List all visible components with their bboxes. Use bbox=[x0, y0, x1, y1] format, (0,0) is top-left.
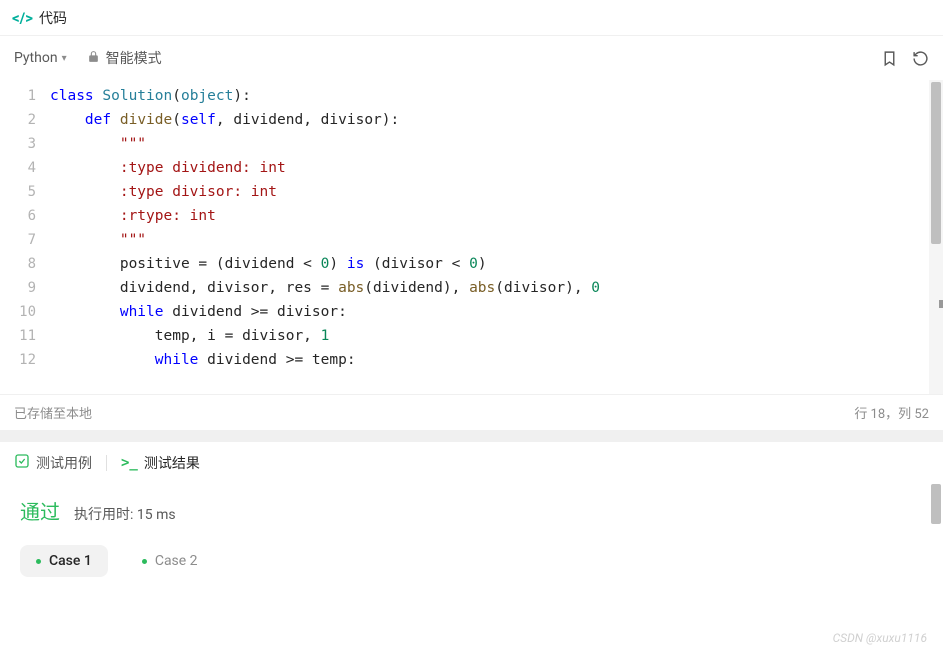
panel-divider[interactable] bbox=[0, 430, 943, 442]
pass-label: 通过 bbox=[20, 496, 60, 525]
toolbar-right bbox=[881, 50, 929, 67]
language-selector[interactable]: Python ▾ bbox=[14, 50, 67, 66]
editor-scrollbar[interactable] bbox=[929, 80, 943, 394]
lock-icon bbox=[87, 50, 100, 67]
line-number: 1 bbox=[0, 84, 36, 108]
status-dot-icon bbox=[36, 559, 41, 564]
scrollbar-thumb[interactable] bbox=[931, 82, 941, 244]
line-number: 4 bbox=[0, 156, 36, 180]
code-content[interactable]: class Solution(object): def divide(self,… bbox=[50, 80, 943, 394]
case-2-button[interactable]: Case 2 bbox=[126, 545, 214, 577]
case-label: Case 1 bbox=[49, 553, 92, 569]
saved-status: 已存储至本地 bbox=[14, 403, 92, 422]
language-label: Python bbox=[14, 50, 58, 66]
editor-status-bar: 已存储至本地 行 18，列 52 bbox=[0, 394, 943, 430]
watermark: CSDN @xuxu1116 bbox=[833, 631, 927, 645]
case-label: Case 2 bbox=[155, 553, 198, 569]
mode-label: 智能模式 bbox=[106, 48, 162, 68]
panel-title: 代码 bbox=[39, 8, 67, 28]
line-number: 7 bbox=[0, 228, 36, 252]
toolbar-left: Python ▾ 智能模式 bbox=[14, 48, 162, 68]
bookmark-button[interactable] bbox=[881, 50, 898, 67]
code-panel-header: </> 代码 bbox=[0, 0, 943, 36]
test-cases: Case 1 Case 2 bbox=[20, 545, 923, 577]
line-number: 11 bbox=[0, 324, 36, 348]
line-number: 9 bbox=[0, 276, 36, 300]
tab-label: 测试结果 bbox=[144, 453, 200, 473]
reset-button[interactable] bbox=[912, 50, 929, 67]
line-number: 2 bbox=[0, 108, 36, 132]
code-icon: </> bbox=[12, 9, 33, 27]
results-tabs: 测试用例 >_ 测试结果 bbox=[0, 442, 943, 484]
results-body: 通过 执行用时: 15 ms Case 1 Case 2 bbox=[0, 484, 943, 589]
line-number: 8 bbox=[0, 252, 36, 276]
status-dot-icon bbox=[142, 559, 147, 564]
line-number: 12 bbox=[0, 348, 36, 372]
mode-indicator: 智能模式 bbox=[87, 48, 162, 68]
line-number: 6 bbox=[0, 204, 36, 228]
tab-label: 测试用例 bbox=[36, 453, 92, 473]
cursor-position: 行 18，列 52 bbox=[854, 403, 929, 422]
result-status: 通过 执行用时: 15 ms bbox=[20, 496, 923, 525]
results-scrollbar[interactable] bbox=[931, 484, 941, 524]
terminal-icon: >_ bbox=[121, 455, 138, 471]
line-number: 5 bbox=[0, 180, 36, 204]
line-number: 3 bbox=[0, 132, 36, 156]
chevron-down-icon: ▾ bbox=[62, 53, 67, 64]
code-editor[interactable]: 1 2 3 4 5 6 7 8 9 10 11 12 class Solutio… bbox=[0, 80, 943, 394]
tab-divider bbox=[106, 455, 107, 471]
line-gutter: 1 2 3 4 5 6 7 8 9 10 11 12 bbox=[0, 80, 50, 394]
check-icon bbox=[14, 453, 30, 473]
line-number: 10 bbox=[0, 300, 36, 324]
tab-testcase[interactable]: 测试用例 bbox=[14, 451, 92, 475]
minimap-marker bbox=[939, 300, 943, 308]
runtime-label: 执行用时: 15 ms bbox=[74, 504, 176, 524]
case-1-button[interactable]: Case 1 bbox=[20, 545, 108, 577]
editor-toolbar: Python ▾ 智能模式 bbox=[0, 36, 943, 80]
tab-results[interactable]: >_ 测试结果 bbox=[121, 451, 200, 475]
